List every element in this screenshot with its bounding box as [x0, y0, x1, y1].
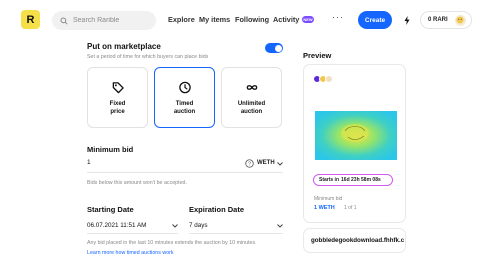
preview-min-bid-label: Minimum bid: [314, 196, 343, 202]
divider: [189, 233, 283, 234]
preview-min-bid-value: 1 WETH: [314, 205, 335, 211]
auction-extension-note: Any bid placed in the last 10 minutes ex…: [87, 240, 257, 246]
minimum-bid-label: Minimum bid: [87, 145, 134, 154]
wallet-button[interactable]: 0 RARI: [420, 11, 472, 29]
learn-more-link[interactable]: Learn more how timed auctions work: [87, 250, 174, 256]
fixed-price-option[interactable]: Fixed price: [87, 67, 148, 128]
infinity-icon: [246, 85, 257, 90]
timed-auction-label: Timed auction: [173, 101, 196, 115]
auction-timer: Starts in 16d 23h 58m 08s: [313, 174, 393, 186]
creator-avatars: [313, 75, 333, 83]
chevron-down-icon[interactable]: [277, 224, 283, 228]
svg-text:?: ?: [248, 161, 251, 167]
timed-auction-option[interactable]: Timed auction: [154, 67, 215, 128]
fixed-price-label: Fixed price: [109, 101, 126, 115]
expiration-date-select[interactable]: 7 days: [189, 222, 208, 229]
price-tag-icon: [112, 82, 124, 94]
nav-following[interactable]: Following: [235, 15, 269, 24]
preview-title: Preview: [303, 51, 332, 60]
edition-count: 1 of 1: [344, 205, 357, 211]
wallet-balance: 0 RARI: [428, 17, 448, 23]
currency-select[interactable]: WETH: [257, 160, 275, 166]
divider: [87, 172, 283, 173]
chevron-down-icon[interactable]: [277, 162, 283, 166]
starting-date-select[interactable]: 06.07.2021 11:51 AM: [87, 222, 146, 229]
rarible-logo[interactable]: R: [21, 10, 40, 29]
minimum-bid-note: Bids below this amount won't be accepted…: [87, 180, 187, 186]
search-input[interactable]: [73, 17, 153, 24]
starting-date-label: Starting Date: [87, 205, 134, 214]
new-badge: NEW: [302, 16, 314, 23]
divider: [87, 233, 178, 234]
avatar: [325, 75, 333, 83]
minimum-bid-input[interactable]: [87, 159, 207, 166]
preview-card: Starts in 16d 23h 58m 08s Minimum bid 1 …: [303, 64, 406, 223]
info-icon[interactable]: ?: [245, 159, 254, 168]
nav-my-items[interactable]: My items: [199, 15, 230, 24]
create-button[interactable]: Create: [358, 11, 392, 29]
expiration-date-label: Expiration Date: [189, 205, 245, 214]
timer-prefix: Starts in: [319, 177, 340, 183]
search-bar[interactable]: [52, 11, 156, 30]
chevron-down-icon[interactable]: [172, 224, 178, 228]
artwork-thumbnail: [315, 111, 397, 160]
clock-icon: [178, 81, 191, 94]
put-on-marketplace-title: Put on marketplace: [87, 42, 161, 51]
user-avatar: [454, 14, 466, 26]
lightning-icon: [404, 15, 409, 25]
more-menu-button[interactable]: ···: [332, 12, 344, 22]
top-navigation-bar: R Explore My items Following Activity NE…: [0, 0, 480, 40]
search-icon: [60, 16, 68, 25]
bolt-button[interactable]: [400, 11, 413, 29]
file-name-box: gobbledegookdownload.fhhfk.c: [303, 228, 406, 253]
put-on-marketplace-subtitle: Set a period of time for which buyers ca…: [87, 54, 209, 60]
timer-value: 16d 23h 58m 08s: [341, 177, 381, 183]
nav-activity[interactable]: Activity: [273, 15, 299, 24]
nav-explore[interactable]: Explore: [168, 15, 195, 24]
avatar-face-icon: [456, 16, 464, 24]
unlimited-auction-option[interactable]: Unlimited auction: [221, 67, 282, 128]
marketplace-toggle[interactable]: [265, 43, 283, 53]
unlimited-auction-label: Unlimited auction: [237, 101, 266, 115]
